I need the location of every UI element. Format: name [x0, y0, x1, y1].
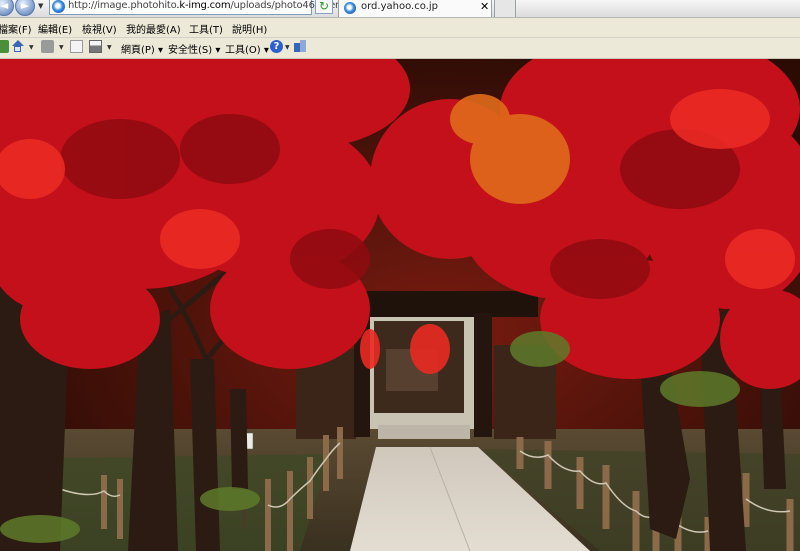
- menu-bar: 檔案(F) 編輯(E) 檢視(V) 我的最愛(A) 工具(T) 說明(H): [0, 18, 800, 38]
- address-bar-row: ◄ ► ▼ http://image.photohito.k-img.com/u…: [0, 0, 800, 18]
- ie-page-icon: [52, 0, 65, 13]
- page-menu-label: 網頁(P): [121, 45, 155, 56]
- home-dropdown-icon[interactable]: ▼: [29, 44, 34, 51]
- help-dropdown-icon[interactable]: ▼: [285, 44, 290, 51]
- back-arrow-icon: ◄: [0, 0, 9, 12]
- command-bar: ▼ ▼ ▼ 網頁(P) ▾ 安全性(S) ▾ 工具(O) ▾ ? ▼: [0, 38, 800, 59]
- address-url[interactable]: http://image.photohito.k-img.com/uploads…: [68, 0, 351, 11]
- menu-help[interactable]: 說明(H): [232, 21, 267, 36]
- tab-title: ord.yahoo.co.jp: [361, 1, 438, 12]
- feeds-dropdown-icon[interactable]: ▼: [59, 44, 64, 51]
- rss-feed-icon[interactable]: [41, 40, 54, 53]
- tools-menu-label: 工具(O): [225, 45, 261, 56]
- recent-pages-dropdown-icon[interactable]: ▼: [38, 2, 43, 10]
- menu-edit[interactable]: 編輯(E): [38, 21, 72, 36]
- help-icon[interactable]: ?: [270, 40, 283, 53]
- tab-active[interactable]: ord.yahoo.co.jp ✕: [338, 0, 492, 17]
- tab-close-icon[interactable]: ✕: [480, 0, 489, 13]
- menu-tools[interactable]: 工具(T): [189, 21, 223, 36]
- forward-button[interactable]: ►: [15, 0, 35, 16]
- refresh-icon: ↻: [318, 0, 330, 13]
- menu-favorites[interactable]: 我的最愛(A): [126, 21, 181, 36]
- back-button[interactable]: ◄: [0, 0, 14, 16]
- research-icon[interactable]: [294, 40, 307, 53]
- gate-post-right: [474, 313, 492, 437]
- menu-view[interactable]: 檢視(V): [82, 21, 117, 36]
- home-icon[interactable]: [11, 40, 24, 53]
- safety-menu-label: 安全性(S): [168, 45, 213, 56]
- print-icon[interactable]: [89, 40, 102, 53]
- print-dropdown-icon[interactable]: ▼: [107, 44, 112, 51]
- ie-page-icon: [344, 2, 356, 14]
- new-tab-button[interactable]: [494, 0, 516, 17]
- gate-step: [378, 425, 470, 439]
- menu-file[interactable]: 檔案(F): [0, 21, 32, 36]
- forward-arrow-icon: ►: [20, 0, 30, 12]
- page-menu[interactable]: 網頁(P) ▾: [121, 41, 163, 56]
- safety-menu[interactable]: 安全性(S) ▾: [168, 41, 220, 56]
- address-input[interactable]: http://image.photohito.k-img.com/uploads…: [49, 0, 356, 15]
- add-favorites-icon[interactable]: [0, 40, 9, 53]
- tools-menu[interactable]: 工具(O) ▾: [225, 41, 269, 56]
- displayed-photo: 1: [0, 59, 800, 551]
- refresh-button[interactable]: ↻: [315, 0, 333, 14]
- mail-icon[interactable]: [70, 40, 83, 53]
- maple-temple-photo: 1: [0, 59, 800, 551]
